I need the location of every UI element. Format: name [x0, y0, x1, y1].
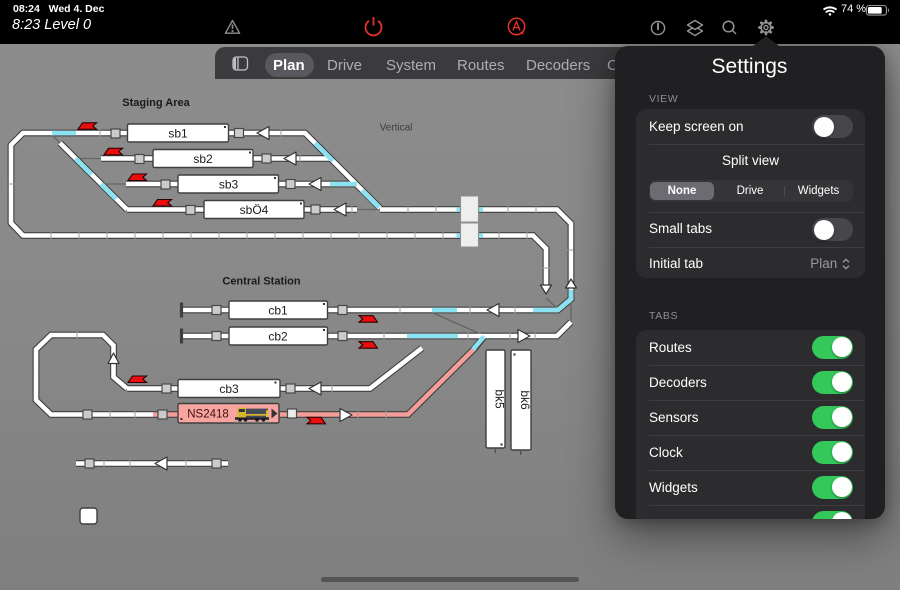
svg-text:sb3: sb3: [219, 178, 239, 192]
svg-text:bk5: bk5: [493, 389, 507, 409]
svg-text:cb3: cb3: [219, 382, 239, 396]
svg-text:cb1: cb1: [268, 304, 288, 318]
svg-text:Central Station: Central Station: [222, 276, 301, 288]
svg-text:NS2418: NS2418: [187, 409, 229, 421]
svg-text:bk6: bk6: [518, 390, 532, 410]
svg-text:cb2: cb2: [268, 330, 288, 344]
svg-text:sb1: sb1: [168, 127, 188, 141]
svg-text:sb2: sb2: [193, 152, 213, 166]
svg-text:sbÖ4: sbÖ4: [240, 203, 269, 217]
svg-text:Vertical: Vertical: [380, 123, 413, 134]
svg-text:Staging Area: Staging Area: [122, 97, 190, 109]
